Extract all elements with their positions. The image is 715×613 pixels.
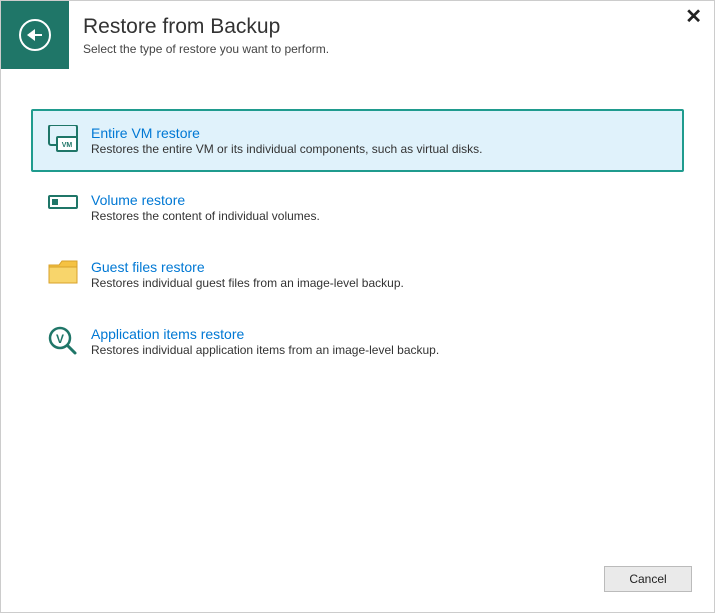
option-guest-files[interactable]: Guest files restore Restores individual … [31, 243, 684, 306]
volume-icon [45, 192, 83, 212]
cancel-button[interactable]: Cancel [604, 566, 692, 592]
header-accent-panel [1, 1, 69, 69]
header-text-group: Restore from Backup Select the type of r… [69, 14, 329, 55]
option-app-items-desc: Restores individual application items fr… [91, 343, 670, 357]
back-button[interactable] [19, 19, 51, 51]
dialog-header: Restore from Backup Select the type of r… [1, 1, 714, 69]
svg-text:VM: VM [62, 142, 73, 149]
vm-icon: VM [45, 125, 83, 155]
close-button[interactable]: ✕ [685, 7, 702, 27]
option-guest-files-title: Guest files restore [91, 259, 670, 275]
option-volume-desc: Restores the content of individual volum… [91, 209, 670, 223]
option-app-items[interactable]: V Application items restore Restores ind… [31, 310, 684, 373]
option-guest-files-desc: Restores individual guest files from an … [91, 276, 670, 290]
dialog-footer: Cancel [1, 552, 714, 612]
dialog-subtitle: Select the type of restore you want to p… [83, 42, 329, 56]
dialog-title: Restore from Backup [83, 14, 329, 39]
options-list: VM Entire VM restore Restores the entire… [1, 69, 714, 552]
option-volume-title: Volume restore [91, 192, 670, 208]
option-entire-vm-desc: Restores the entire VM or its individual… [91, 142, 670, 156]
folder-icon [45, 259, 83, 287]
magnifier-v-icon: V [45, 326, 83, 356]
restore-window: ✕ Restore from Backup Select the type of… [0, 0, 715, 613]
svg-text:V: V [56, 332, 64, 346]
option-volume[interactable]: Volume restore Restores the content of i… [31, 176, 684, 239]
back-arrow-stem-icon [34, 34, 42, 36]
option-entire-vm-title: Entire VM restore [91, 125, 670, 141]
option-entire-vm[interactable]: VM Entire VM restore Restores the entire… [31, 109, 684, 172]
option-app-items-title: Application items restore [91, 326, 670, 342]
